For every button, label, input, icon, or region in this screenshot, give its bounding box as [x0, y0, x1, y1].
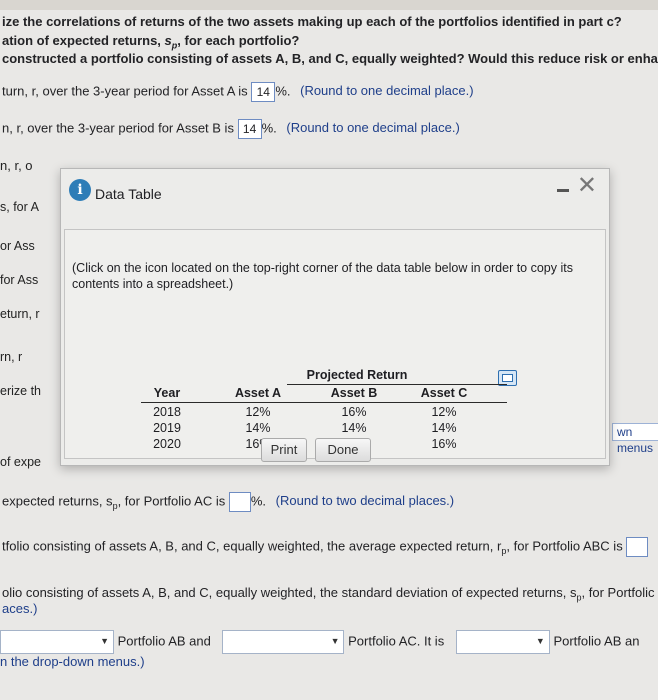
- fragment-nro: n, r, o: [0, 158, 33, 173]
- minimize-icon[interactable]: [557, 189, 569, 192]
- question-std-dev: ation of expected returns, sp, for each …: [2, 33, 300, 51]
- portfolio-abc-return-field[interactable]: [626, 537, 649, 557]
- asset-b-return-field[interactable]: 14: [237, 119, 262, 139]
- fragment-expected: of expe: [0, 455, 42, 469]
- abc-sd-hint: aces.): [2, 601, 38, 616]
- portfolio-ac-std-field[interactable]: [228, 492, 251, 512]
- question-correlations: ize the correlations of returns of the t…: [2, 14, 622, 29]
- col-header-year: Year: [153, 386, 181, 400]
- data-table-dialog: i Data Table ✕ (Click on the icon locate…: [60, 168, 610, 466]
- col-header-asset-b: Asset B: [330, 386, 378, 400]
- answer-line-asset-b: n, r, over the 3-year period for Asset B…: [2, 119, 460, 139]
- fragment-for-a: s, for A: [0, 200, 39, 214]
- asset-a-return-field[interactable]: 14: [251, 82, 276, 102]
- info-icon: i: [69, 179, 91, 201]
- dialog-title: Data Table: [95, 186, 162, 202]
- dropdown-hint: n the drop-down menus.): [0, 654, 145, 669]
- close-icon[interactable]: ✕: [577, 173, 597, 199]
- group-header-rule: [287, 384, 507, 385]
- cell-year: 2018: [153, 405, 181, 419]
- fragment-return: eturn, r: [0, 307, 40, 321]
- fragment-summarize: erize th: [0, 384, 41, 398]
- done-button[interactable]: Done: [315, 438, 371, 462]
- column-header-rule: [141, 402, 507, 403]
- answer-line-asset-a: turn, r, over the 3-year period for Asse…: [2, 82, 474, 102]
- cell-asset-b: 16%: [341, 405, 367, 419]
- print-button[interactable]: Print: [261, 438, 307, 462]
- cell-asset-a: 14%: [245, 421, 271, 435]
- cell-asset-a: 12%: [245, 405, 271, 419]
- fragment-for-asset-2: for Ass: [0, 273, 39, 287]
- copy-instructions: (Click on the icon located on the top-ri…: [72, 261, 573, 291]
- projected-return-header: Projected Return: [306, 368, 408, 382]
- dropdown-3[interactable]: ▼: [455, 630, 550, 654]
- top-strip: [0, 0, 658, 10]
- answer-line-portfolio-ac: expected returns, sp, for Portfolio AC i…: [2, 492, 455, 512]
- col-header-asset-a: Asset A: [234, 386, 282, 400]
- dialog-header: i Data Table ✕: [61, 169, 609, 213]
- question-abc-portfolio: constructed a portfolio consisting of as…: [2, 51, 658, 66]
- cell-asset-c: 16%: [431, 437, 457, 451]
- cell-year: 2019: [153, 421, 181, 435]
- col-header-asset-c: Asset C: [420, 386, 468, 400]
- cell-year: 2020: [153, 437, 181, 451]
- drop-down-menus-link-fragment[interactable]: wn menus: [612, 423, 658, 455]
- cell-asset-b: 14%: [341, 421, 367, 435]
- cell-asset-c: 12%: [431, 405, 457, 419]
- dropdown-sentence: ▼ Portfolio AB and ▼ Portfolio AC. It is…: [0, 630, 639, 654]
- dropdown-2[interactable]: ▼: [222, 630, 345, 654]
- fragment-rp: rn, r: [0, 350, 23, 364]
- cell-asset-c: 14%: [431, 421, 457, 435]
- answer-line-abc-sd: olio consisting of assets A, B, and C, e…: [2, 585, 655, 603]
- answer-line-abc-return: tfolio consisting of assets A, B, and C,…: [2, 537, 649, 557]
- dropdown-1[interactable]: ▼: [0, 630, 114, 654]
- fragment-for-asset-1: or Ass: [0, 239, 35, 253]
- data-table-panel: (Click on the icon located on the top-ri…: [64, 229, 606, 459]
